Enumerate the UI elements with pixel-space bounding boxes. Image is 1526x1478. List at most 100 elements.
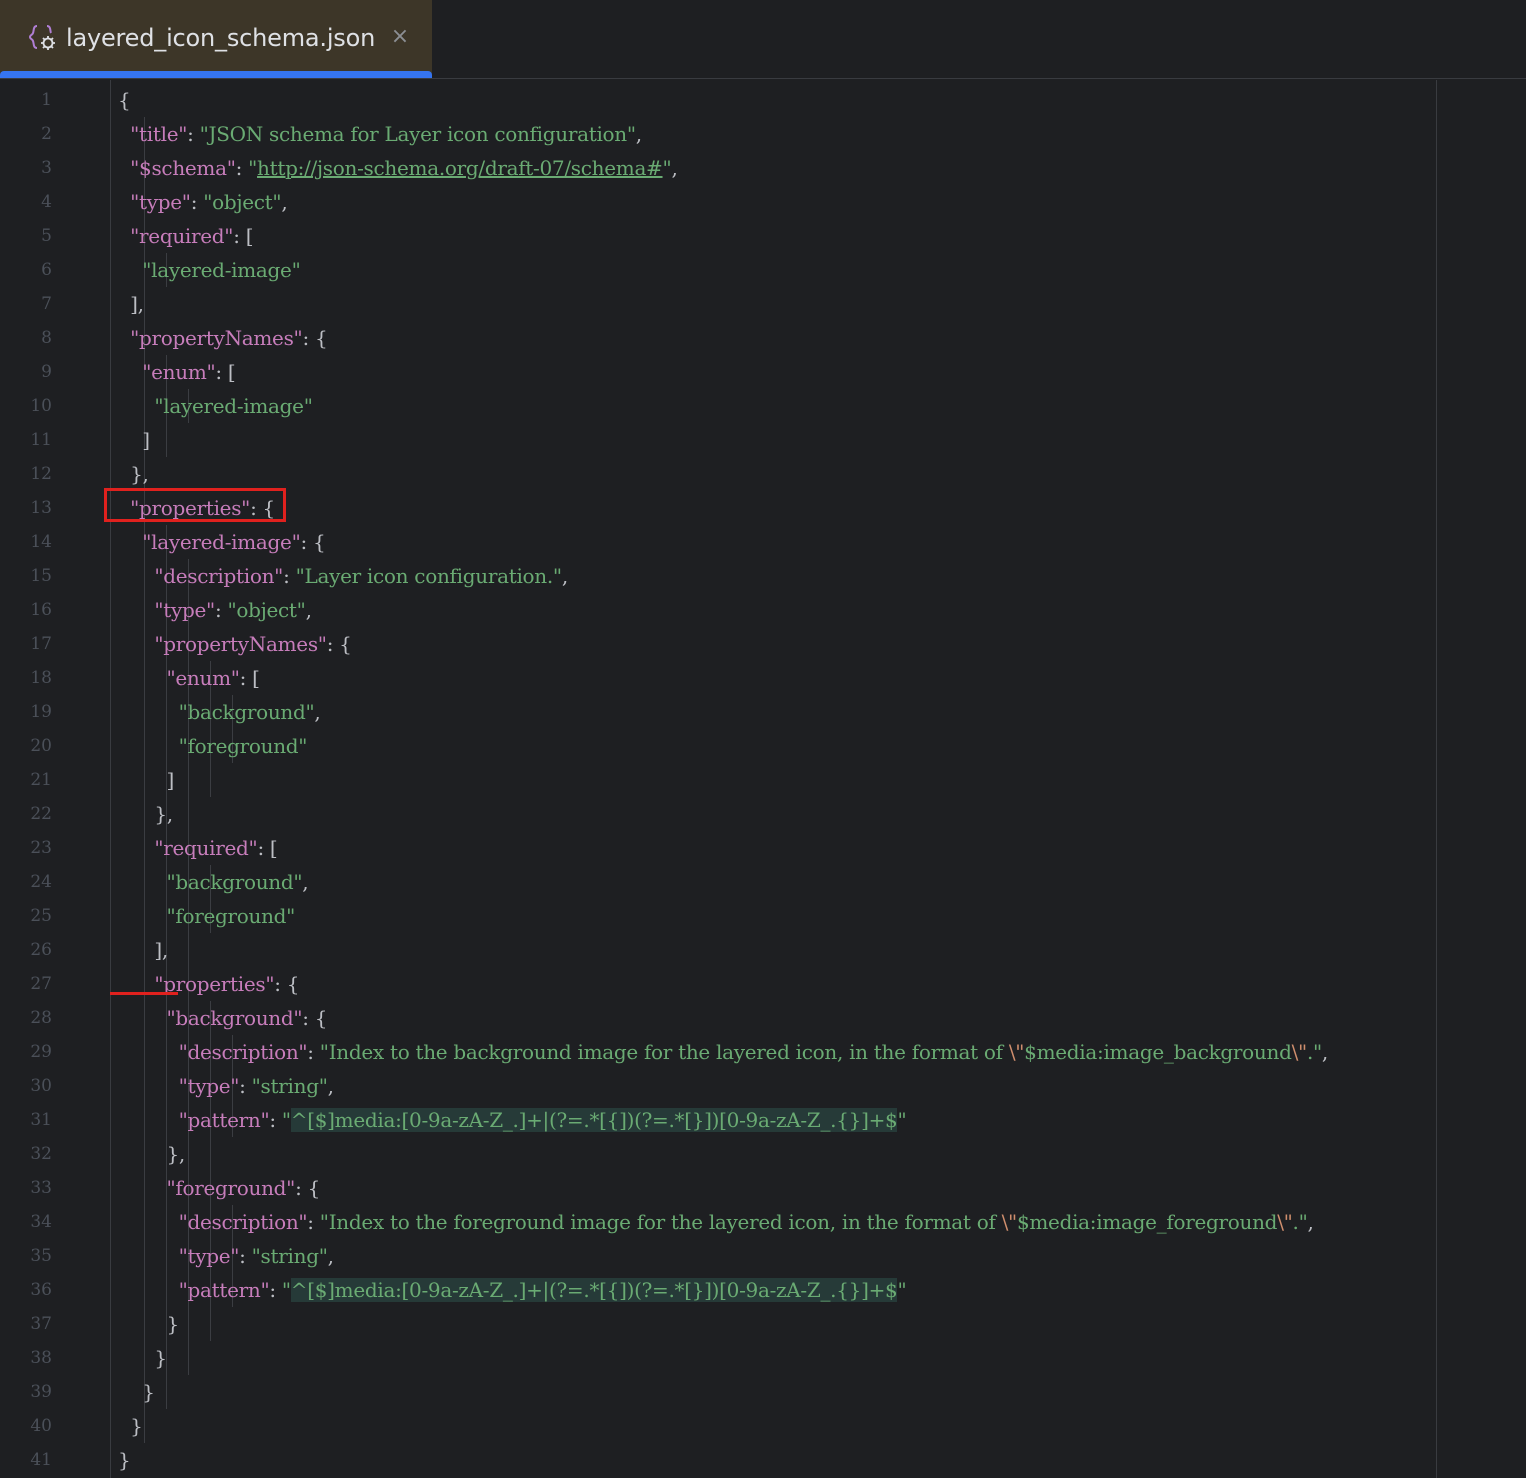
- code-line[interactable]: "propertyNames": {: [118, 627, 352, 661]
- code-token: "description": [154, 564, 284, 588]
- code-token: : {: [295, 1176, 320, 1200]
- code-line[interactable]: "foreground": {: [118, 1171, 320, 1205]
- code-line[interactable]: "enum": [: [118, 661, 260, 695]
- highlight-box-properties: [104, 488, 286, 522]
- code-token: "title": [130, 122, 188, 146]
- code-line[interactable]: "pattern": "^[$]media:[0-9a-zA-Z_.]+|(?=…: [118, 1103, 907, 1137]
- code-line[interactable]: }: [118, 1409, 143, 1443]
- line-number: 29: [30, 1042, 52, 1062]
- code-token: :: [190, 190, 204, 214]
- code-line[interactable]: "type": "string",: [118, 1069, 334, 1103]
- code-line[interactable]: "background",: [118, 695, 321, 729]
- code-line[interactable]: "required": [: [118, 831, 277, 865]
- line-number: 40: [30, 1416, 52, 1436]
- code-line[interactable]: ]: [118, 763, 174, 797]
- code-line[interactable]: "properties": {: [118, 967, 299, 1001]
- code-token: : [: [239, 666, 260, 690]
- code-line[interactable]: },: [118, 1137, 185, 1171]
- code-token: :: [187, 122, 200, 146]
- code-line[interactable]: "propertyNames": {: [118, 321, 328, 355]
- code-token: "pattern": [178, 1108, 270, 1132]
- code-token: "type": [178, 1244, 240, 1268]
- code-token: :: [283, 564, 296, 588]
- code-line[interactable]: "background",: [118, 865, 308, 899]
- line-number: 10: [30, 396, 52, 416]
- line-number: 1: [41, 90, 52, 110]
- code-line[interactable]: "foreground": [118, 899, 295, 933]
- code-token: .": [1292, 1210, 1308, 1234]
- code-line[interactable]: "description": "Index to the foreground …: [118, 1205, 1314, 1239]
- code-token: },: [118, 802, 173, 826]
- line-number: 8: [41, 328, 52, 348]
- code-line[interactable]: "description": "Index to the background …: [118, 1035, 1329, 1069]
- code-line[interactable]: "layered-image": [118, 253, 301, 287]
- line-number: 31: [30, 1110, 52, 1130]
- code-token: ": [897, 1278, 907, 1302]
- code-line[interactable]: },: [118, 797, 173, 831]
- line-number: 33: [30, 1178, 52, 1198]
- code-line[interactable]: "$schema": "http://json-schema.org/draft…: [118, 151, 678, 185]
- code-token: : {: [274, 972, 300, 996]
- code-token: ,: [671, 156, 678, 180]
- gutter-divider: [110, 80, 111, 1478]
- line-number: 32: [30, 1144, 52, 1164]
- code-token: "pattern": [178, 1278, 270, 1302]
- code-line[interactable]: "enum": [: [118, 355, 235, 389]
- code-line[interactable]: "type": "string",: [118, 1239, 334, 1273]
- code-line[interactable]: "layered-image": [118, 389, 313, 423]
- code-line[interactable]: "title": "JSON schema for Layer icon con…: [118, 117, 642, 151]
- code-line[interactable]: "background": {: [118, 1001, 327, 1035]
- line-number: 38: [30, 1348, 52, 1368]
- code-line[interactable]: "type": "object",: [118, 593, 312, 627]
- code-token: "foreground": [178, 734, 308, 758]
- code-line[interactable]: "pattern": "^[$]media:[0-9a-zA-Z_.]+|(?=…: [118, 1273, 907, 1307]
- line-number: 37: [30, 1314, 52, 1334]
- code-token: {: [118, 88, 131, 112]
- code-line[interactable]: },: [118, 457, 149, 491]
- code-token: "$schema": [130, 156, 236, 180]
- code-token: "type": [154, 598, 215, 622]
- code-token: "background": [166, 870, 303, 894]
- code-editor[interactable]: 1 2 3 4 5 6 7 8 9 10 11 12 13 14 15 16 17 18 19 20 21 22 23 24 2…: [0, 80, 1526, 1478]
- code-line[interactable]: "layered-image": {: [118, 525, 325, 559]
- code-line[interactable]: "foreground": [118, 729, 308, 763]
- code-line[interactable]: "type": "object",: [118, 185, 288, 219]
- code-token: "description": [178, 1210, 308, 1234]
- line-number: 25: [30, 906, 52, 926]
- close-icon[interactable]: ×: [388, 24, 412, 49]
- code-token: \": [1001, 1210, 1018, 1234]
- code-line[interactable]: ],: [118, 933, 168, 967]
- code-line[interactable]: ],: [118, 287, 144, 321]
- code-token: "background": [166, 1006, 303, 1030]
- code-line[interactable]: "required": [: [118, 219, 253, 253]
- line-number: 7: [41, 294, 52, 314]
- code-line[interactable]: ]: [118, 423, 150, 457]
- code-token: : [: [215, 360, 236, 384]
- line-number: 9: [41, 362, 52, 382]
- editor-tab[interactable]: layered_icon_schema.json ×: [0, 0, 432, 78]
- code-line[interactable]: }: [118, 1307, 179, 1341]
- line-number: 5: [41, 226, 52, 246]
- code-token: :: [307, 1210, 320, 1234]
- code-token: ,: [327, 1244, 334, 1268]
- code-line[interactable]: }: [118, 1443, 131, 1477]
- code-line[interactable]: }: [118, 1375, 155, 1409]
- code-token: : {: [326, 632, 352, 656]
- code-line[interactable]: {: [118, 83, 131, 117]
- code-line[interactable]: "description": "Layer icon configuration…: [118, 559, 568, 593]
- code-token: ]: [118, 428, 150, 452]
- code-line[interactable]: }: [118, 1341, 167, 1375]
- code-token: ": [248, 156, 258, 180]
